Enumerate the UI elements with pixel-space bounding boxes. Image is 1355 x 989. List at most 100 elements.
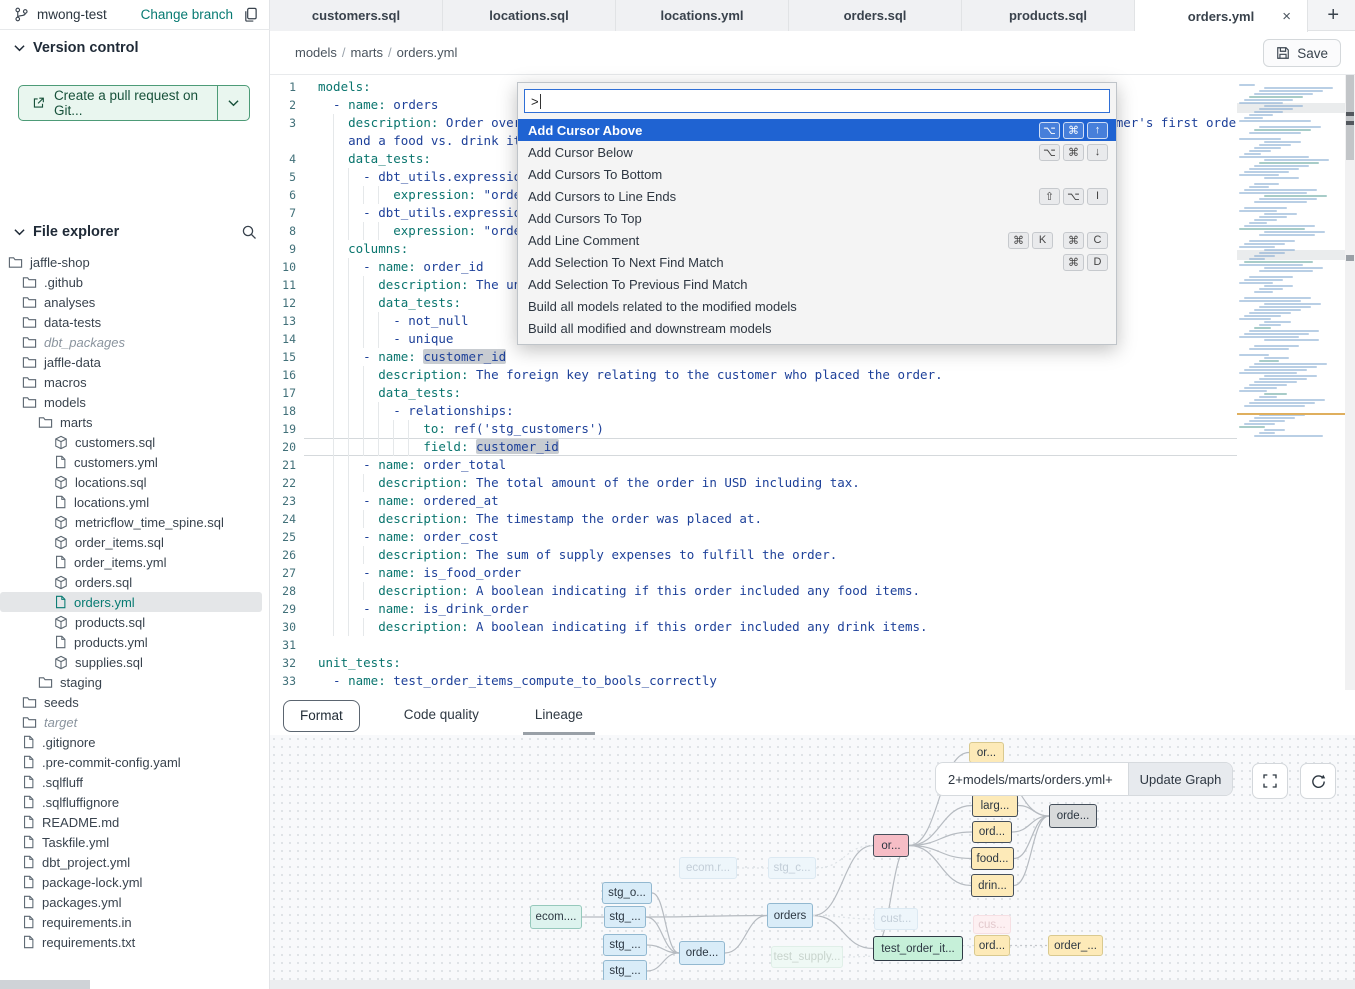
file-tree-item-order_items.sql[interactable]: order_items.sql [0,532,262,552]
lineage-node-4[interactable]: stg_... [603,960,647,980]
lineage-node-13[interactable]: larg... [972,794,1018,817]
code-line[interactable]: 16 description: The foreign key relating… [270,366,1355,384]
file-tree-item-staging[interactable]: staging [0,672,262,692]
code-line[interactable]: 24 description: The timestamp the order … [270,510,1355,528]
file-tree-item-locations.sql[interactable]: locations.sql [0,472,262,492]
file-tree-item-models[interactable]: models [0,392,262,412]
file-tree-item-orders.yml[interactable]: orders.yml [0,592,262,612]
file-tree-item-metricflow_time_spine.sql[interactable]: metricflow_time_spine.sql [0,512,262,532]
scrollbar-thumb[interactable] [1346,75,1354,160]
command-palette-input[interactable]: > [524,89,1110,113]
file-tree-item-.sqlfluffignore[interactable]: .sqlfluffignore [0,792,262,812]
breadcrumb-part[interactable]: models [295,45,337,60]
file-tree-item-analyses[interactable]: analyses [0,292,262,312]
code-line[interactable]: 21 - name: order_total [270,456,1355,474]
file-tree-item-package-lock.yml[interactable]: package-lock.yml [0,872,262,892]
palette-item-5[interactable]: Add Line Comment⌘K⌘C [518,229,1116,251]
search-icon[interactable] [241,224,257,240]
file-tree-item-seeds[interactable]: seeds [0,692,262,712]
lineage-node-6[interactable]: orders [767,903,813,928]
lineage-node-0[interactable]: ecom.... [530,905,582,929]
editor-scrollbar[interactable] [1345,75,1355,690]
file-tree-item-dbt_packages[interactable]: dbt_packages [0,332,262,352]
sidebar-scrollbar[interactable] [0,980,90,989]
create-pull-request-button[interactable]: Create a pull request on Git... [18,85,250,121]
palette-item-8[interactable]: Build all models related to the modified… [518,295,1116,317]
lineage-node-2[interactable]: stg_... [604,906,646,928]
palette-item-6[interactable]: Add Selection To Next Find Match⌘D [518,251,1116,273]
lineage-node-21[interactable]: or... [969,742,1004,763]
file-tree-item-jaffle-data[interactable]: jaffle-data [0,352,262,372]
change-branch-link[interactable]: Change branch [141,7,233,22]
file-tree-item-macros[interactable]: macros [0,372,262,392]
code-line[interactable]: 33 - name: test_order_items_compute_to_b… [270,672,1355,690]
palette-item-7[interactable]: Add Selection To Previous Find Match [518,273,1116,295]
tab-products.sql[interactable]: products.sql [962,0,1135,31]
lineage-selector-input[interactable]: 2+models/marts/orders.yml+ [936,763,1128,795]
file-tree-item-.github[interactable]: .github [0,272,262,292]
file-explorer-header[interactable]: File explorer [14,224,119,240]
file-tree-item-packages.yml[interactable]: packages.yml [0,892,262,912]
pr-button-dropdown[interactable] [218,86,249,120]
palette-item-0[interactable]: Add Cursor Above⌥⌘↑ [518,119,1116,141]
file-tree-item-target[interactable]: target [0,712,262,732]
lineage-node-12[interactable]: test_order_it... [873,936,963,961]
code-line[interactable]: 26 description: The sum of supply expens… [270,546,1355,564]
code-line[interactable]: 22 description: The total amount of the … [270,474,1355,492]
file-tree-item-.sqlfluff[interactable]: .sqlfluff [0,772,262,792]
file-tree-item-marts[interactable]: marts [0,412,262,432]
refresh-button[interactable] [1300,763,1336,799]
fullscreen-button[interactable] [1252,763,1288,799]
code-line[interactable]: 15 - name: customer_id [270,348,1355,366]
code-line[interactable]: 19 to: ref('stg_customers') [270,420,1355,438]
format-button[interactable]: Format [283,700,360,732]
tab-orders.sql[interactable]: orders.sql [789,0,962,31]
code-line[interactable]: 31 [270,636,1355,654]
code-line[interactable]: 28 description: A boolean indicating if … [270,582,1355,600]
palette-item-4[interactable]: Add Cursors To Top [518,207,1116,229]
file-tree-item-supplies.sql[interactable]: supplies.sql [0,652,262,672]
file-tree-item-locations.yml[interactable]: locations.yml [0,492,262,512]
lineage-node-9[interactable]: or... [873,834,909,857]
file-tree-item-customers.sql[interactable]: customers.sql [0,432,262,452]
code-line[interactable]: 23 - name: ordered_at [270,492,1355,510]
file-tree-item-products.sql[interactable]: products.sql [0,612,262,632]
file-tree-item-products.yml[interactable]: products.yml [0,632,262,652]
code-line[interactable]: 30 description: A boolean indicating if … [270,618,1355,636]
command-palette[interactable]: > Add Cursor Above⌥⌘↑Add Cursor Below⌥⌘↓… [517,82,1117,345]
file-tree-item-.gitignore[interactable]: .gitignore [0,732,262,752]
palette-item-9[interactable]: Build all modified and downstream models [518,317,1116,339]
code-line[interactable]: 25 - name: order_cost [270,528,1355,546]
lineage-node-1[interactable]: stg_o... [602,882,652,904]
lineage-node-20[interactable]: order_... [1048,935,1103,956]
update-graph-button[interactable]: Update Graph [1128,763,1232,795]
close-icon[interactable]: × [1282,8,1291,25]
code-line[interactable]: 27 - name: is_food_order [270,564,1355,582]
file-tree-item-data-tests[interactable]: data-tests [0,312,262,332]
lineage-node-19[interactable]: ord... [974,935,1010,956]
lineage-node-14[interactable]: ord... [972,821,1012,843]
lineage-node-16[interactable]: drin... [971,874,1014,897]
file-tree-item-.pre-commit-config.yaml[interactable]: .pre-commit-config.yaml [0,752,262,772]
code-line[interactable]: 32unit_tests: [270,654,1355,672]
file-tree-item-dbt_project.yml[interactable]: dbt_project.yml [0,852,262,872]
file-tree-item-Taskfile.yml[interactable]: Taskfile.yml [0,832,262,852]
tab-locations.sql[interactable]: locations.sql [443,0,616,31]
editor-minimap[interactable] [1237,75,1345,690]
breadcrumb-part[interactable]: orders.yml [397,45,458,60]
code-line[interactable]: 18 - relationships: [270,402,1355,420]
file-tree-item-requirements.txt[interactable]: requirements.txt [0,932,262,952]
lineage-node-3[interactable]: stg_... [603,934,647,956]
palette-item-1[interactable]: Add Cursor Below⌥⌘↓ [518,141,1116,163]
lineage-scrollbar-track[interactable] [270,980,1355,989]
lineage-canvas[interactable]: ecom....stg_o...stg_...stg_...stg_...ord… [270,735,1355,980]
tab-orders.yml[interactable]: orders.yml× [1135,0,1308,32]
copy-icon[interactable] [243,7,258,22]
tab-customers.sql[interactable]: customers.sql [270,0,443,31]
code-line[interactable]: 17 data_tests: [270,384,1355,402]
code-line[interactable]: 29 - name: is_drink_order [270,600,1355,618]
file-tree-item-jaffle-shop[interactable]: jaffle-shop [0,252,262,272]
file-tree-item-customers.yml[interactable]: customers.yml [0,452,262,472]
file-tree-item-order_items.yml[interactable]: order_items.yml [0,552,262,572]
version-control-header[interactable]: Version control [14,40,139,56]
